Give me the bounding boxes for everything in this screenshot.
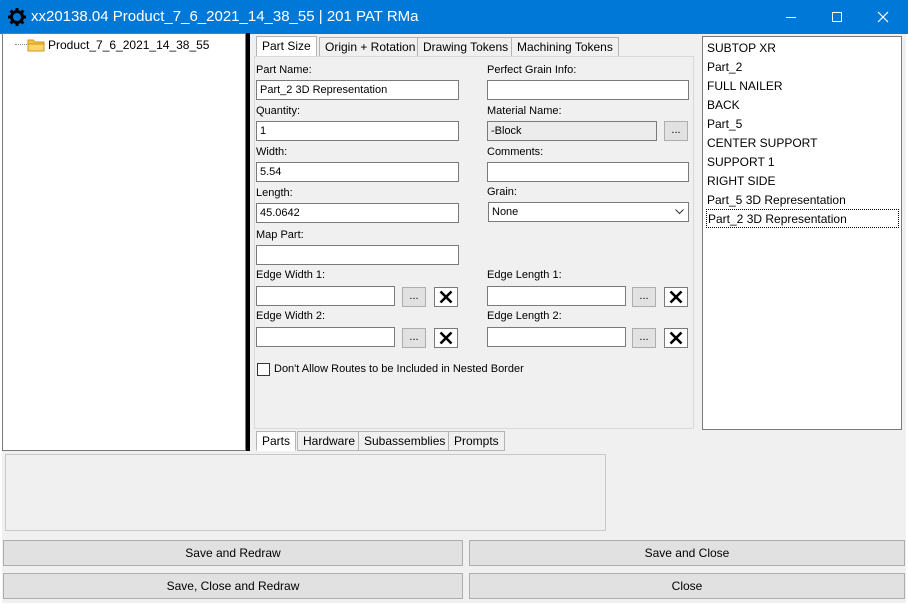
save-close-button[interactable]: Save and Close	[469, 540, 905, 566]
tree-item-product[interactable]: Product_7_6_2021_14_38_55	[48, 38, 209, 52]
tab-origin-rotation[interactable]: Origin + Rotation	[319, 37, 422, 57]
list-item[interactable]: SUBTOP XR	[706, 39, 899, 58]
list-item[interactable]: Part_5	[706, 115, 899, 134]
list-item[interactable]: BACK	[706, 96, 899, 115]
part-name-label: Part Name:	[256, 64, 312, 76]
list-item[interactable]: SUPPORT 1	[706, 153, 899, 172]
product-tree[interactable]: Product_7_6_2021_14_38_55	[2, 33, 246, 451]
close-window-button[interactable]	[860, 0, 906, 34]
edge-length2-field[interactable]	[487, 327, 626, 347]
edge-width2-browse-button[interactable]: ...	[402, 328, 426, 348]
material-name-label: Material Name:	[487, 105, 562, 117]
edge-width2-clear-button[interactable]	[434, 328, 458, 348]
edge-width1-clear-button[interactable]	[434, 287, 458, 307]
length-label: Length:	[256, 187, 293, 199]
perfect-grain-label: Perfect Grain Info:	[487, 64, 577, 76]
close-button[interactable]: Close	[469, 573, 905, 599]
nested-border-checkbox[interactable]	[257, 363, 270, 376]
width-field[interactable]: 5.54	[256, 162, 459, 182]
parts-list[interactable]: SUBTOP XR Part_2 FULL NAILER BACK Part_5…	[702, 36, 902, 430]
length-field[interactable]: 45.0642	[256, 203, 459, 223]
grain-select-value: None	[492, 206, 519, 218]
material-name-field[interactable]: -Block	[487, 121, 657, 141]
folder-icon	[27, 39, 45, 52]
edge-width1-label: Edge Width 1:	[256, 269, 326, 281]
grain-select[interactable]: None	[488, 202, 689, 222]
material-browse-button[interactable]: ...	[664, 121, 688, 141]
clear-x-icon	[439, 331, 453, 345]
map-part-field[interactable]	[256, 245, 459, 265]
tab-prompts[interactable]: Prompts	[448, 431, 505, 451]
tab-hardware[interactable]: Hardware	[297, 431, 362, 451]
close-icon	[877, 11, 889, 23]
save-close-redraw-button[interactable]: Save, Close and Redraw	[3, 573, 463, 599]
clear-x-icon	[669, 290, 683, 304]
edge-width1-field[interactable]	[256, 286, 395, 306]
tab-parts[interactable]: Parts	[256, 431, 297, 451]
map-part-label: Map Part:	[256, 229, 304, 241]
clear-x-icon	[439, 290, 453, 304]
edge-length2-browse-button[interactable]: ...	[632, 328, 656, 348]
maximize-icon	[832, 12, 842, 22]
list-item[interactable]: RIGHT SIDE	[706, 172, 899, 191]
comments-label: Comments:	[487, 146, 544, 158]
edge-width1-browse-button[interactable]: ...	[402, 287, 426, 307]
edge-width2-field[interactable]	[256, 327, 395, 347]
splitter[interactable]	[246, 33, 250, 451]
edge-length1-label: Edge Length 1:	[487, 269, 562, 281]
part-name-field[interactable]: Part_2 3D Representation	[256, 80, 459, 100]
title-bar: xx20138.04 Product_7_6_2021_14_38_55 | 2…	[0, 0, 908, 34]
comments-field[interactable]	[487, 162, 689, 182]
maximize-button[interactable]	[814, 0, 860, 34]
window-title: xx20138.04 Product_7_6_2021_14_38_55 | 2…	[31, 8, 419, 25]
nested-border-label: Don't Allow Routes to be Included in Nes…	[274, 363, 524, 375]
tab-part-size[interactable]: Part Size	[256, 36, 317, 58]
chevron-down-icon	[675, 209, 684, 215]
perfect-grain-field[interactable]	[487, 80, 689, 100]
minimize-icon	[786, 17, 796, 18]
edge-length2-clear-button[interactable]	[664, 328, 688, 348]
width-label: Width:	[256, 146, 288, 158]
clear-x-icon	[669, 331, 683, 345]
gear-icon	[8, 8, 26, 26]
list-item-selected[interactable]: Part_2 3D Representation	[706, 209, 899, 228]
quantity-field[interactable]: 1	[256, 121, 459, 141]
tab-drawing-tokens[interactable]: Drawing Tokens	[417, 37, 515, 57]
save-redraw-button[interactable]: Save and Redraw	[3, 540, 463, 566]
quantity-label: Quantity:	[256, 105, 301, 117]
tab-subassemblies[interactable]: Subassemblies	[358, 431, 452, 451]
bottom-panel	[5, 454, 606, 531]
list-item[interactable]: FULL NAILER	[706, 77, 899, 96]
edge-length1-clear-button[interactable]	[664, 287, 688, 307]
edge-length1-field[interactable]	[487, 286, 626, 306]
minimize-button[interactable]	[768, 0, 814, 34]
grain-label: Grain:	[487, 186, 517, 198]
list-item[interactable]: Part_2	[706, 58, 899, 77]
list-item[interactable]: Part_5 3D Representation	[706, 191, 899, 210]
list-item[interactable]: CENTER SUPPORT	[706, 134, 899, 153]
edge-length1-browse-button[interactable]: ...	[632, 287, 656, 307]
tab-machining-tokens[interactable]: Machining Tokens	[511, 37, 619, 57]
edge-length2-label: Edge Length 2:	[487, 310, 562, 322]
edge-width2-label: Edge Width 2:	[256, 310, 326, 322]
